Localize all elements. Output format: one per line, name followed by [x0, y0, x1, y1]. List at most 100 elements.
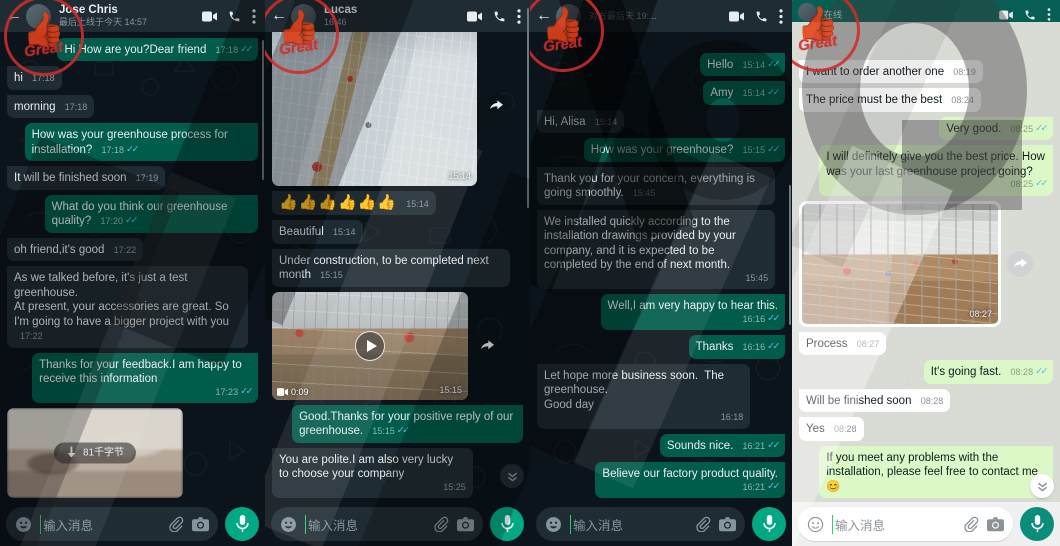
message-bubble[interactable]: Under construction, to be completed next…	[272, 248, 511, 287]
play-button[interactable]	[355, 330, 385, 361]
message-bubble[interactable]: morning 17:18	[7, 94, 95, 118]
forward-button[interactable]	[1007, 250, 1033, 277]
message-bubble[interactable]: How was your greenhouse process for inst…	[24, 123, 258, 161]
camera-icon[interactable]	[987, 516, 1004, 532]
camera-icon[interactable]	[192, 516, 209, 532]
back-arrow-icon[interactable]: ←	[271, 8, 287, 24]
message-bubble[interactable]: Thanks 16:16 ✓✓	[688, 335, 785, 359]
video-call-icon[interactable]	[202, 11, 217, 22]
media-bubble-video[interactable]: 0:09 15:15	[272, 291, 468, 400]
scroll-to-bottom-button[interactable]	[1030, 474, 1054, 498]
message-bubble[interactable]: Well,I am very happy to hear this. 16:16…	[600, 294, 785, 330]
media-bubble-photo[interactable]: 81千字节	[7, 408, 183, 498]
message-bubble[interactable]: Beautiful 15:14	[272, 220, 363, 244]
microphone-icon	[500, 515, 514, 533]
contact-info[interactable]: Lucas 16:46	[324, 4, 461, 28]
more-vertical-icon[interactable]	[517, 8, 521, 24]
contact-status: 16:46	[324, 17, 347, 27]
message-bubble[interactable]: If you meet any problems with the instal…	[819, 445, 1053, 498]
scroll-to-bottom-button[interactable]	[500, 464, 524, 488]
video-call-icon[interactable]	[467, 11, 482, 22]
message-bubble[interactable]: Yes 08:28	[799, 417, 864, 441]
emoji-icon[interactable]	[545, 516, 562, 533]
scrollbar-thumb[interactable]	[527, 8, 529, 208]
message-bubble[interactable]: It will be finished soon 17:19	[7, 166, 166, 190]
contact-info[interactable]: 在线	[824, 10, 993, 21]
download-media-button[interactable]: 81千字节	[53, 442, 137, 464]
emoji-icon[interactable]	[280, 516, 297, 533]
message-bubble[interactable]: Process 08:27	[799, 331, 887, 355]
back-arrow-icon[interactable]: ←	[6, 8, 22, 24]
voice-record-button[interactable]	[490, 507, 524, 541]
message-bubble[interactable]: oh friend,it's good 17:22	[7, 237, 144, 261]
avatar[interactable]	[556, 3, 581, 29]
chat-panel-4: 在线 I want to order another one 08:19 The…	[792, 0, 1060, 546]
voice-record-button[interactable]	[225, 507, 259, 541]
message-bubble[interactable]: Hi How are you?Dear friend 17:18 ✓✓	[57, 37, 258, 61]
camera-icon[interactable]	[719, 516, 736, 532]
phone-icon[interactable]	[493, 10, 506, 23]
message-bubble[interactable]: Hi, Alisa 15:14	[537, 109, 625, 133]
message-bubble[interactable]: We installed quickly according to the in…	[537, 209, 776, 289]
phone-icon[interactable]	[1024, 9, 1036, 21]
message-bubble[interactable]: Amy 15:14 ✓✓	[703, 81, 785, 105]
timestamp: 15:45	[745, 272, 769, 283]
message-bubble[interactable]: Believe our factory product quality. 16:…	[595, 462, 785, 498]
contact-info[interactable]: Jose Chris 最后上线于今天 14:57	[59, 4, 196, 28]
message-input-pill[interactable]: 输入消息	[798, 507, 1013, 541]
forward-button[interactable]	[483, 92, 509, 119]
video-call-icon[interactable]	[729, 11, 744, 22]
message-bubble[interactable]: As we talked before, it's just a test gr…	[7, 266, 248, 348]
message-bubble[interactable]: Hello 15:14 ✓✓	[700, 52, 785, 76]
video-call-icon[interactable]	[999, 9, 1013, 20]
message-row: What do you think our greenhouse quality…	[7, 194, 258, 233]
more-vertical-icon[interactable]	[779, 8, 783, 24]
more-vertical-icon[interactable]	[1047, 8, 1051, 21]
paperclip-icon[interactable]	[963, 516, 979, 532]
message-bubble[interactable]: 👍👍👍👍👍👍 15:14	[272, 190, 436, 215]
photo-thumbnail	[802, 203, 998, 324]
back-arrow-icon[interactable]: ←	[536, 8, 552, 24]
scrollbar-thumb[interactable]	[789, 185, 791, 325]
media-bubble-photo[interactable]: 08:27	[799, 200, 1001, 327]
emoji-icon[interactable]	[15, 516, 32, 533]
scrollbar-thumb[interactable]	[262, 40, 264, 180]
read-receipt-icon: ✓✓	[767, 312, 780, 324]
phone-icon[interactable]	[228, 10, 241, 23]
message-input-pill[interactable]: 输入消息	[6, 507, 218, 541]
message-bubble[interactable]: Thanks for your feedback.I am happy to r…	[32, 352, 258, 403]
message-bubble[interactable]: hi 17:18	[7, 66, 62, 90]
camera-icon[interactable]	[457, 516, 474, 532]
message-bubble[interactable]: I will definitely give you the best pric…	[819, 145, 1053, 196]
message-bubble[interactable]: You are polite.I am also very lucky to c…	[272, 447, 473, 498]
message-bubble[interactable]: Will be finished soon 08:28	[799, 388, 951, 412]
media-bubble-photo[interactable]: 15:14	[272, 32, 477, 186]
message-bubble[interactable]: How was your greenhouse? 15:15 ✓✓	[583, 138, 785, 162]
message-bubble[interactable]: Let hope more business soon. The greenho…	[537, 363, 751, 429]
message-row: Under construction, to be completed next…	[272, 248, 523, 287]
more-vertical-icon[interactable]	[252, 8, 256, 24]
message-bubble[interactable]: Thank you for your concern, everything i…	[537, 166, 776, 205]
paperclip-icon[interactable]	[168, 516, 184, 532]
voice-record-button[interactable]	[1020, 507, 1054, 541]
forward-button[interactable]	[474, 332, 500, 359]
emoji-icon[interactable]	[807, 516, 824, 533]
message-input-pill[interactable]: 输入消息	[536, 507, 745, 541]
avatar[interactable]	[291, 3, 316, 29]
phone-icon[interactable]	[755, 10, 768, 23]
paperclip-icon[interactable]	[695, 516, 711, 532]
voice-record-button[interactable]	[752, 507, 786, 541]
message-bubble[interactable]: Sounds nice. 16:21 ✓✓	[659, 433, 785, 457]
avatar[interactable]	[798, 3, 816, 21]
message-bubble[interactable]: The price must be the best 08:24	[799, 88, 981, 112]
message-input-pill[interactable]: 输入消息	[271, 507, 483, 541]
paperclip-icon[interactable]	[433, 516, 449, 532]
message-bubble[interactable]: I want to order another one 08:19	[799, 59, 983, 83]
message-bubble[interactable]: What do you think our greenhouse quality…	[44, 194, 258, 233]
message-bubble[interactable]: Good.Thanks for your positive reply of o…	[292, 404, 523, 443]
avatar[interactable]	[26, 3, 51, 29]
message-bubble[interactable]: It's going fast. 08:28 ✓✓	[923, 360, 1053, 384]
contact-info[interactable]: 对方最后天 19:...	[589, 11, 723, 22]
message-bubble[interactable]: Very good. 08:25 ✓✓	[939, 116, 1053, 140]
message-text: Process	[806, 337, 848, 350]
